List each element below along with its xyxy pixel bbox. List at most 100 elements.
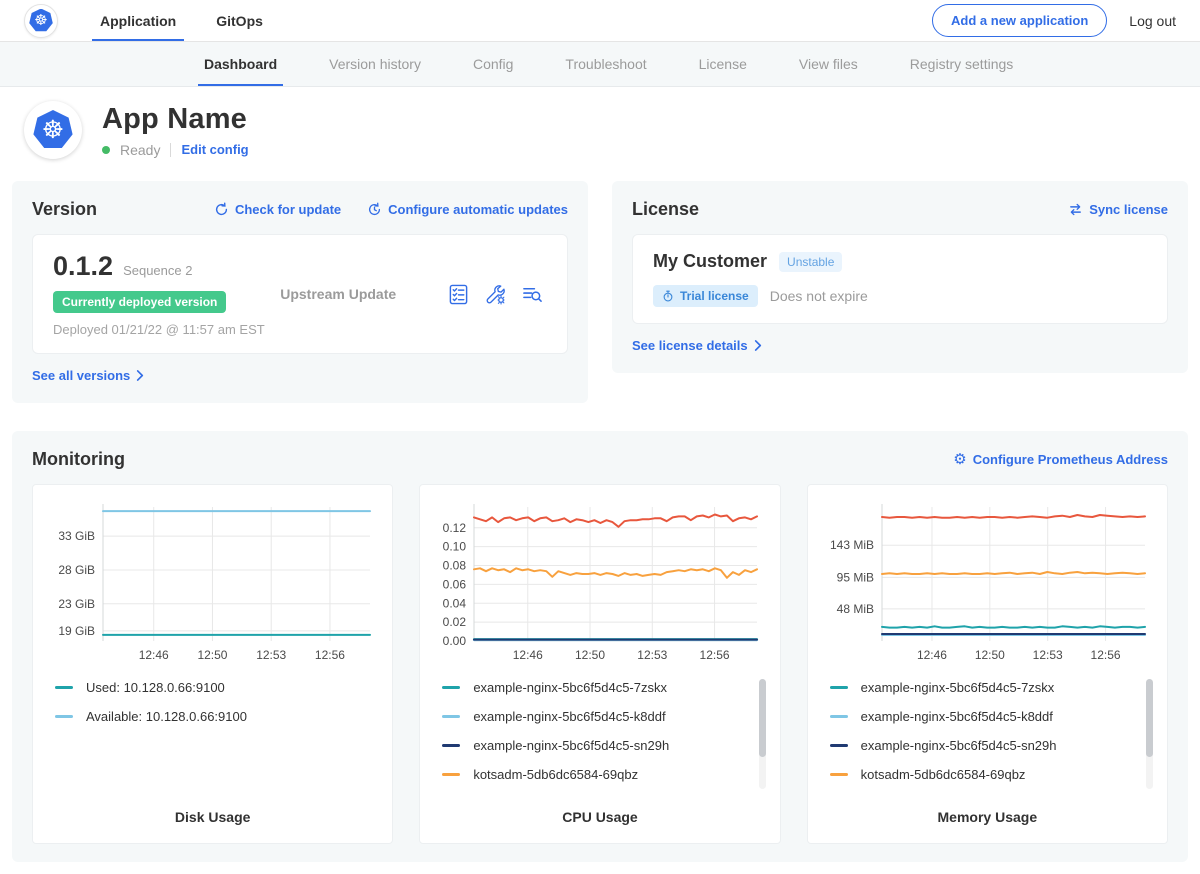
- monitoring-section: Monitoring ⚙ Configure Prometheus Addres…: [12, 431, 1188, 862]
- see-license-details-link[interactable]: See license details: [632, 338, 762, 353]
- tab-dashboard[interactable]: Dashboard: [178, 42, 303, 86]
- status-dot: [102, 146, 110, 154]
- preflight-checks-icon[interactable]: [448, 284, 469, 305]
- svg-text:0.00: 0.00: [443, 634, 467, 648]
- svg-text:33 GiB: 33 GiB: [58, 529, 95, 543]
- legend-scrollbar[interactable]: [759, 679, 766, 789]
- chevron-right-icon: [754, 340, 762, 351]
- scheduled-update-icon: [367, 202, 382, 217]
- app-tab-bar: Dashboard Version history Config Trouble…: [0, 42, 1200, 87]
- svg-text:143 MiB: 143 MiB: [830, 538, 874, 552]
- chart-title: CPU Usage: [432, 809, 767, 825]
- legend-label: example-nginx-5bc6f5d4c5-k8ddf: [473, 709, 665, 724]
- tab-registry-settings[interactable]: Registry settings: [884, 42, 1039, 86]
- tab-license[interactable]: License: [673, 42, 773, 86]
- svg-text:12:56: 12:56: [315, 648, 345, 662]
- tab-label: Config: [473, 56, 513, 72]
- see-license-details-label: See license details: [632, 338, 748, 353]
- svg-text:12:56: 12:56: [700, 648, 730, 662]
- svg-text:95 MiB: 95 MiB: [836, 570, 873, 584]
- check-for-update-link[interactable]: Check for update: [214, 202, 341, 217]
- kubernetes-wheel-icon: ☸: [29, 9, 53, 33]
- monitoring-title: Monitoring: [32, 449, 125, 470]
- tab-version-history[interactable]: Version history: [303, 42, 447, 86]
- gear-icon: ⚙: [953, 452, 966, 467]
- see-all-versions-link[interactable]: See all versions: [32, 368, 144, 383]
- svg-text:12:46: 12:46: [513, 648, 543, 662]
- channel-badge: Unstable: [779, 252, 842, 272]
- legend-label: example-nginx-5bc6f5d4c5-7zskx: [861, 680, 1055, 695]
- tab-view-files[interactable]: View files: [773, 42, 884, 86]
- legend-swatch: [442, 686, 460, 689]
- cpu-usage-chart[interactable]: 0.000.020.040.060.080.100.1212:4612:5012…: [432, 497, 765, 667]
- tab-troubleshoot[interactable]: Troubleshoot: [539, 42, 672, 86]
- svg-text:12:56: 12:56: [1090, 648, 1120, 662]
- legend-label: example-nginx-5bc6f5d4c5-sn29h: [861, 738, 1057, 753]
- svg-text:28 GiB: 28 GiB: [58, 563, 95, 577]
- legend-scrollbar-thumb[interactable]: [759, 679, 766, 757]
- tab-config[interactable]: Config: [447, 42, 539, 86]
- divider: [170, 143, 171, 157]
- legend-item: example-nginx-5bc6f5d4c5-7zskx: [442, 681, 753, 694]
- app-status: Ready: [120, 142, 160, 158]
- app-avatar: ☸: [24, 101, 82, 159]
- kubernetes-wheel-icon: ☸: [33, 110, 73, 150]
- legend-label: Available: 10.128.0.66:9100: [86, 709, 247, 724]
- legend-item: Used: 10.128.0.66:9100: [55, 681, 366, 694]
- svg-text:23 GiB: 23 GiB: [58, 597, 95, 611]
- legend-scrollbar[interactable]: [1146, 679, 1153, 789]
- topnav-tab-label: Application: [100, 13, 176, 29]
- svg-text:12:53: 12:53: [1032, 648, 1062, 662]
- svg-text:0.08: 0.08: [443, 559, 467, 573]
- legend-label: example-nginx-5bc6f5d4c5-7zskx: [473, 680, 667, 695]
- memory-usage-chart[interactable]: 48 MiB95 MiB143 MiB12:4612:5012:5312:56: [820, 497, 1153, 667]
- legend-label: example-nginx-5bc6f5d4c5-sn29h: [473, 738, 669, 753]
- svg-text:12:46: 12:46: [139, 648, 169, 662]
- disk-usage-chart[interactable]: 19 GiB23 GiB28 GiB33 GiB12:4612:5012:531…: [45, 497, 378, 667]
- deployed-timestamp: Deployed 01/21/22 @ 11:57 am EST: [53, 322, 280, 337]
- add-application-button[interactable]: Add a new application: [932, 4, 1107, 37]
- svg-text:0.06: 0.06: [443, 577, 467, 591]
- tab-label: Registry settings: [910, 56, 1013, 72]
- topnav-tab-gitops[interactable]: GitOps: [200, 0, 279, 41]
- sync-icon: [1068, 202, 1083, 217]
- topnav-tab-application[interactable]: Application: [84, 0, 192, 41]
- svg-text:0.10: 0.10: [443, 540, 467, 554]
- configure-automatic-updates-link[interactable]: Configure automatic updates: [367, 202, 568, 217]
- license-type-label: Trial license: [680, 289, 749, 303]
- legend-swatch: [442, 744, 460, 747]
- edit-config-icon[interactable]: [485, 284, 506, 305]
- topnav-tab-label: GitOps: [216, 13, 263, 29]
- legend-item: example-nginx-5bc6f5d4c5-sn29h: [830, 739, 1141, 752]
- legend-item: kotsadm-5db6dc6584-69qbz: [830, 768, 1141, 781]
- configure-prometheus-label: Configure Prometheus Address: [973, 452, 1168, 467]
- sync-license-link[interactable]: Sync license: [1068, 202, 1168, 217]
- version-card-title: Version: [32, 199, 97, 220]
- top-nav: ☸ Application GitOps Add a new applicati…: [0, 0, 1200, 42]
- configure-prometheus-link[interactable]: ⚙ Configure Prometheus Address: [953, 452, 1168, 467]
- cpu-usage-legend: example-nginx-5bc6f5d4c5-7zskx example-ng…: [432, 677, 767, 795]
- deploy-logs-icon[interactable]: [522, 284, 543, 305]
- disk-usage-legend: Used: 10.128.0.66:9100 Available: 10.128.…: [45, 677, 380, 795]
- svg-text:12:53: 12:53: [256, 648, 286, 662]
- configure-automatic-updates-label: Configure automatic updates: [388, 202, 568, 217]
- logout-button[interactable]: Log out: [1129, 13, 1176, 29]
- memory-usage-panel: 48 MiB95 MiB143 MiB12:4612:5012:5312:56 …: [807, 484, 1168, 844]
- version-card: Version Check for update Configure autom…: [12, 181, 588, 403]
- svg-text:0.04: 0.04: [443, 596, 467, 610]
- chevron-right-icon: [136, 370, 144, 381]
- svg-text:12:53: 12:53: [638, 648, 668, 662]
- legend-label: Used: 10.128.0.66:9100: [86, 680, 225, 695]
- check-for-update-label: Check for update: [235, 202, 341, 217]
- tab-label: License: [699, 56, 747, 72]
- app-header: ☸ App Name Ready Edit config: [0, 87, 1200, 175]
- legend-swatch: [55, 686, 73, 689]
- legend-scrollbar-thumb[interactable]: [1146, 679, 1153, 757]
- legend-item: example-nginx-5bc6f5d4c5-k8ddf: [830, 710, 1141, 723]
- edit-config-link[interactable]: Edit config: [181, 142, 248, 157]
- legend-item: kotsadm-5db6dc6584-69qbz: [442, 768, 753, 781]
- legend-label: kotsadm-5db6dc6584-69qbz: [473, 767, 638, 782]
- legend-swatch: [830, 715, 848, 718]
- tab-label: Version history: [329, 56, 421, 72]
- svg-text:12:50: 12:50: [197, 648, 227, 662]
